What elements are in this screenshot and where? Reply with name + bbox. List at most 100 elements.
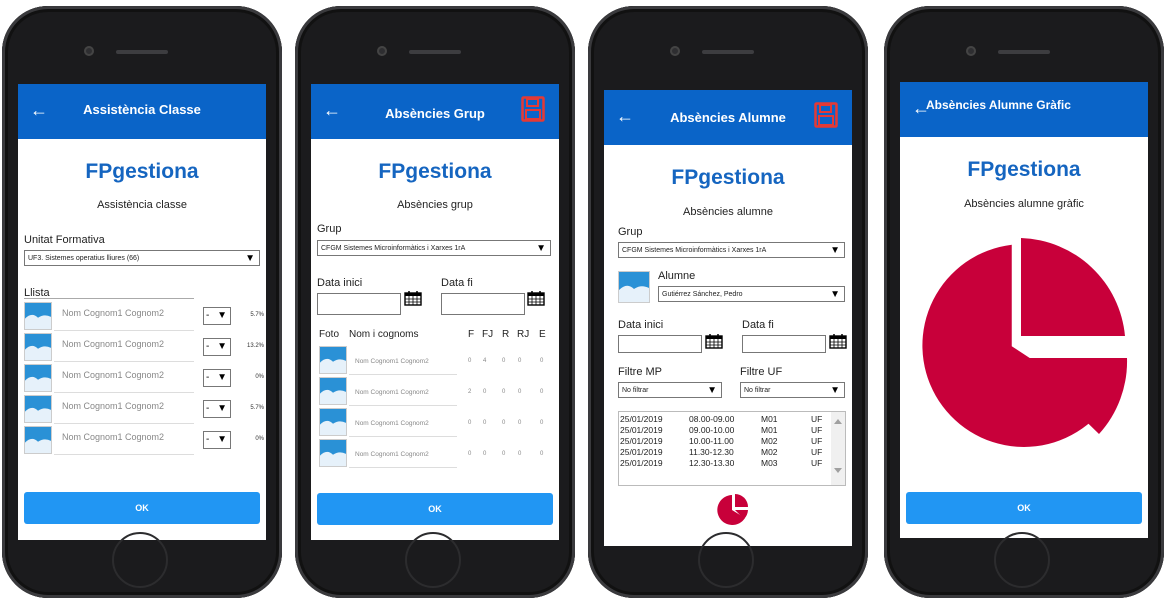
list-item[interactable]: 25/01/2019 09.00-10.00 M01 UF [619,425,833,435]
calendar-icon[interactable] [404,290,422,306]
mp-filter-label: Filtre MP [618,366,662,378]
absences-pie-chart [922,238,1128,447]
group-label: Grup [317,223,342,235]
end-date-input[interactable] [742,335,826,353]
home-button[interactable] [994,532,1050,588]
count-rj: 0 [518,451,522,457]
divider [54,392,194,393]
calendar-icon[interactable] [527,290,545,306]
absence-module: M01 [761,425,778,435]
count-rj: 0 [518,420,522,426]
app-bar: ← Absències Alumne Gràfic [900,82,1148,137]
dropdown-arrow-icon: ▼ [217,403,227,414]
attendance-select[interactable]: - ▼ [203,307,231,325]
divider [54,423,194,424]
ok-button[interactable]: OK [906,492,1142,524]
ok-button[interactable]: OK [24,492,260,524]
absence-module: M02 [761,436,778,446]
camera [84,46,94,56]
attendance-value: - [206,372,210,383]
absences-listbox[interactable]: 25/01/2019 08.00-09.00 M01 UF 25/01/2019 09.0… [618,411,846,486]
screen-absencies-alumne: ← Absències Alumne FPgestiona Absències … [604,90,852,546]
end-date-input[interactable] [441,293,525,315]
absence-percentage: 13.2% [246,343,264,349]
dropdown-arrow-icon: ▼ [707,385,717,396]
student-name: Nom Cognom1 Cognom2 [62,401,165,411]
dropdown-arrow-icon: ▼ [217,372,227,383]
ok-button[interactable]: OK [317,493,553,525]
col-e: E [539,329,546,340]
group-select-value: CFGM Sistemes Microinformàtics i Xarxes … [622,247,767,254]
start-date-label: Data inici [317,277,363,289]
home-button[interactable] [112,532,168,588]
calendar-icon[interactable] [705,333,723,349]
home-button[interactable] [405,532,461,588]
col-rj: RJ [517,329,530,340]
absence-time: 09.00-10.00 [689,425,735,435]
app-bar: ← Absències Grup [311,84,559,139]
image-placeholder-icon [619,272,649,302]
start-date-input[interactable] [317,293,401,315]
home-button[interactable] [698,532,754,588]
brand-title: FPgestiona [378,160,492,183]
scrollbar[interactable] [831,412,845,485]
group-select[interactable]: CFGM Sistemes Microinformàtics i Xarxes … [618,242,845,258]
student-photo [24,426,52,454]
list-item[interactable]: 25/01/2019 12.30-13.30 M03 UF [619,458,833,468]
count-e: 0 [540,420,544,426]
attendance-value: - [206,341,210,352]
mp-filter-select[interactable]: No filtrar ▼ [618,382,722,398]
absence-uf: UF [811,414,823,424]
absence-percentage: 5.7% [250,405,264,411]
uf-filter-label: Filtre UF [740,366,783,378]
student-photo [24,364,52,392]
attendance-select[interactable]: - ▼ [203,431,231,449]
absence-module: M03 [761,458,778,468]
list-item[interactable]: 25/01/2019 08.00-09.00 M01 UF [619,414,833,424]
attendance-select[interactable]: - ▼ [203,400,231,418]
screen-title: Assistència Classe [83,102,201,117]
count-r: 0 [502,451,506,457]
scroll-up-icon[interactable] [834,419,842,424]
absence-time: 10.00-11.00 [689,436,734,446]
student-photo [319,439,347,467]
count-e: 0 [540,389,544,395]
screen-title: Absències Alumne Gràfic [926,98,1071,112]
student-name: Nom Cognom1 Cognom2 [355,451,429,458]
brand-title: FPgestiona [85,160,199,183]
pie-chart-icon[interactable] [716,492,750,526]
count-r: 0 [502,389,506,395]
count-f: 0 [468,358,472,364]
attendance-value: - [206,403,210,414]
student-select[interactable]: Gutiérrez Sánchez, Pedro ▼ [658,286,845,302]
uf-filter-select[interactable]: No filtrar ▼ [740,382,845,398]
end-date-label: Data fi [441,277,473,289]
mp-filter-value: No filtrar [622,387,649,394]
pie-slice-top [1021,238,1125,336]
count-rj: 0 [518,358,522,364]
absence-module: M02 [761,447,778,457]
camera [966,46,976,56]
image-placeholder-icon [320,409,346,435]
image-placeholder-icon [320,378,346,404]
absence-time: 11.30-12.30 [689,447,734,457]
phone-frame: ← Absències Grup FPgestiona Absències gr… [295,6,575,598]
absence-module: M01 [761,414,778,424]
list-item[interactable]: 25/01/2019 10.00-11.00 M02 UF [619,436,833,446]
scroll-down-icon[interactable] [834,468,842,473]
absence-time: 08.00-09.00 [689,414,735,424]
absence-uf: UF [811,447,823,457]
calendar-icon[interactable] [829,333,847,349]
start-date-input[interactable] [618,335,702,353]
uf-select[interactable]: UF3. Sistemes operatius lliures (66) ▼ [24,250,260,266]
count-e: 0 [540,451,544,457]
student-photo [24,302,52,330]
save-icon[interactable] [521,96,545,122]
save-icon[interactable] [814,102,838,128]
group-select[interactable]: CFGM Sistemes Microinformàtics i Xarxes … [317,240,551,256]
phone-frame: ← Assistència Classe FPgestiona Assistèn… [2,6,282,598]
attendance-select[interactable]: - ▼ [203,369,231,387]
list-item[interactable]: 25/01/2019 11.30-12.30 M02 UF [619,447,833,457]
dropdown-arrow-icon: ▼ [217,310,227,321]
attendance-select[interactable]: - ▼ [203,338,231,356]
